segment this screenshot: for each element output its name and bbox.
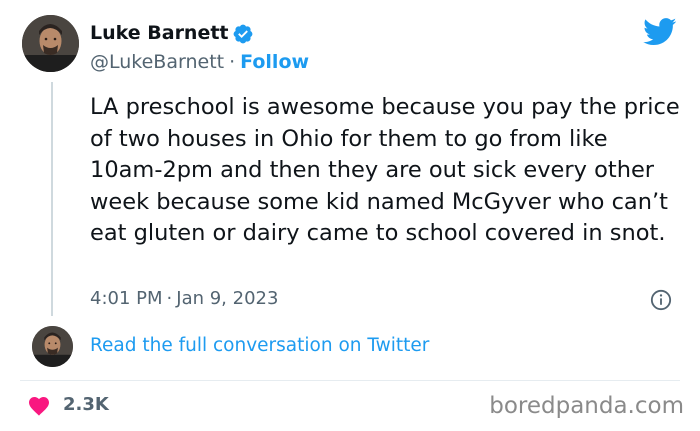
tweet-time: 4:01 PM xyxy=(90,288,163,309)
author-display-name[interactable]: Luke Barnett xyxy=(90,22,229,44)
verified-badge-icon xyxy=(233,24,253,44)
author-handle[interactable]: @LukeBarnett xyxy=(90,51,224,73)
conversation-avatar[interactable] xyxy=(32,326,73,367)
timestamp-separator: · xyxy=(166,288,173,309)
follow-button[interactable]: Follow xyxy=(240,51,309,73)
tweet-timestamp[interactable]: 4:01 PM · Jan 9, 2023 xyxy=(90,288,278,309)
divider xyxy=(20,380,680,381)
handle-separator: · xyxy=(229,51,236,73)
avatar-photo-icon xyxy=(22,15,79,72)
tweet-text: LA preschool is awesome because you pay … xyxy=(90,94,680,246)
author-handle-row: @LukeBarnett · Follow xyxy=(90,51,309,73)
thread-line xyxy=(51,82,53,316)
info-icon[interactable] xyxy=(650,289,672,311)
read-conversation-link[interactable]: Read the full conversation on Twitter xyxy=(90,335,429,356)
heart-icon[interactable] xyxy=(27,394,51,416)
author-avatar[interactable] xyxy=(22,15,79,72)
boredpanda-watermark: boredpanda.com xyxy=(489,393,684,419)
avatar-photo-icon xyxy=(32,326,73,367)
tweet-date: Jan 9, 2023 xyxy=(176,288,279,309)
twitter-bird-icon[interactable] xyxy=(643,18,677,46)
like-count: 2.3K xyxy=(63,394,109,415)
